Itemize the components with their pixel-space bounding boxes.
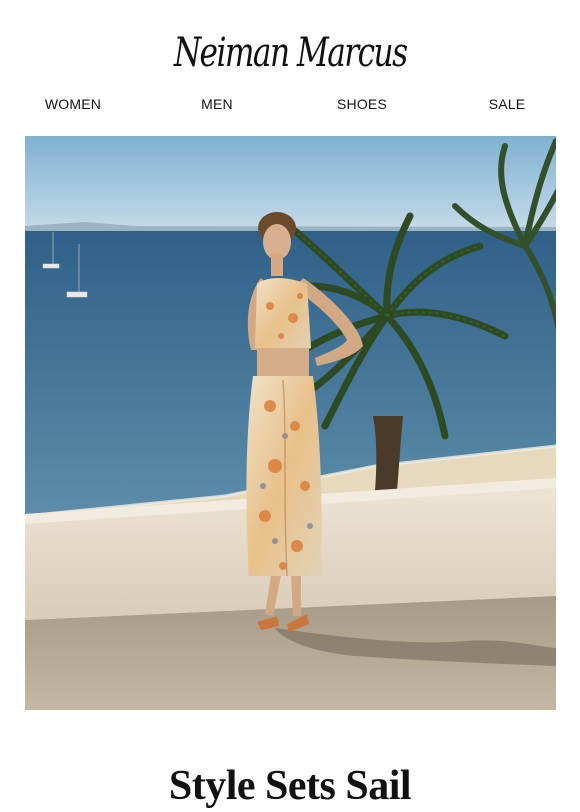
nav-item-men[interactable]: MEN — [201, 96, 233, 112]
nav-item-women[interactable]: WOMEN — [45, 96, 101, 112]
hero-photo — [25, 136, 556, 710]
nav-item-sale[interactable]: SALE — [489, 96, 526, 112]
main-nav: WOMEN MEN SHOES SALE — [0, 96, 580, 122]
brand-logo[interactable]: Neiman Marcus — [0, 18, 580, 88]
hero-image[interactable] — [25, 136, 556, 710]
logo-wordmark: Neiman Marcus — [173, 30, 408, 76]
nav-item-shoes[interactable]: SHOES — [337, 96, 387, 112]
headline: Style Sets Sail — [168, 763, 412, 810]
